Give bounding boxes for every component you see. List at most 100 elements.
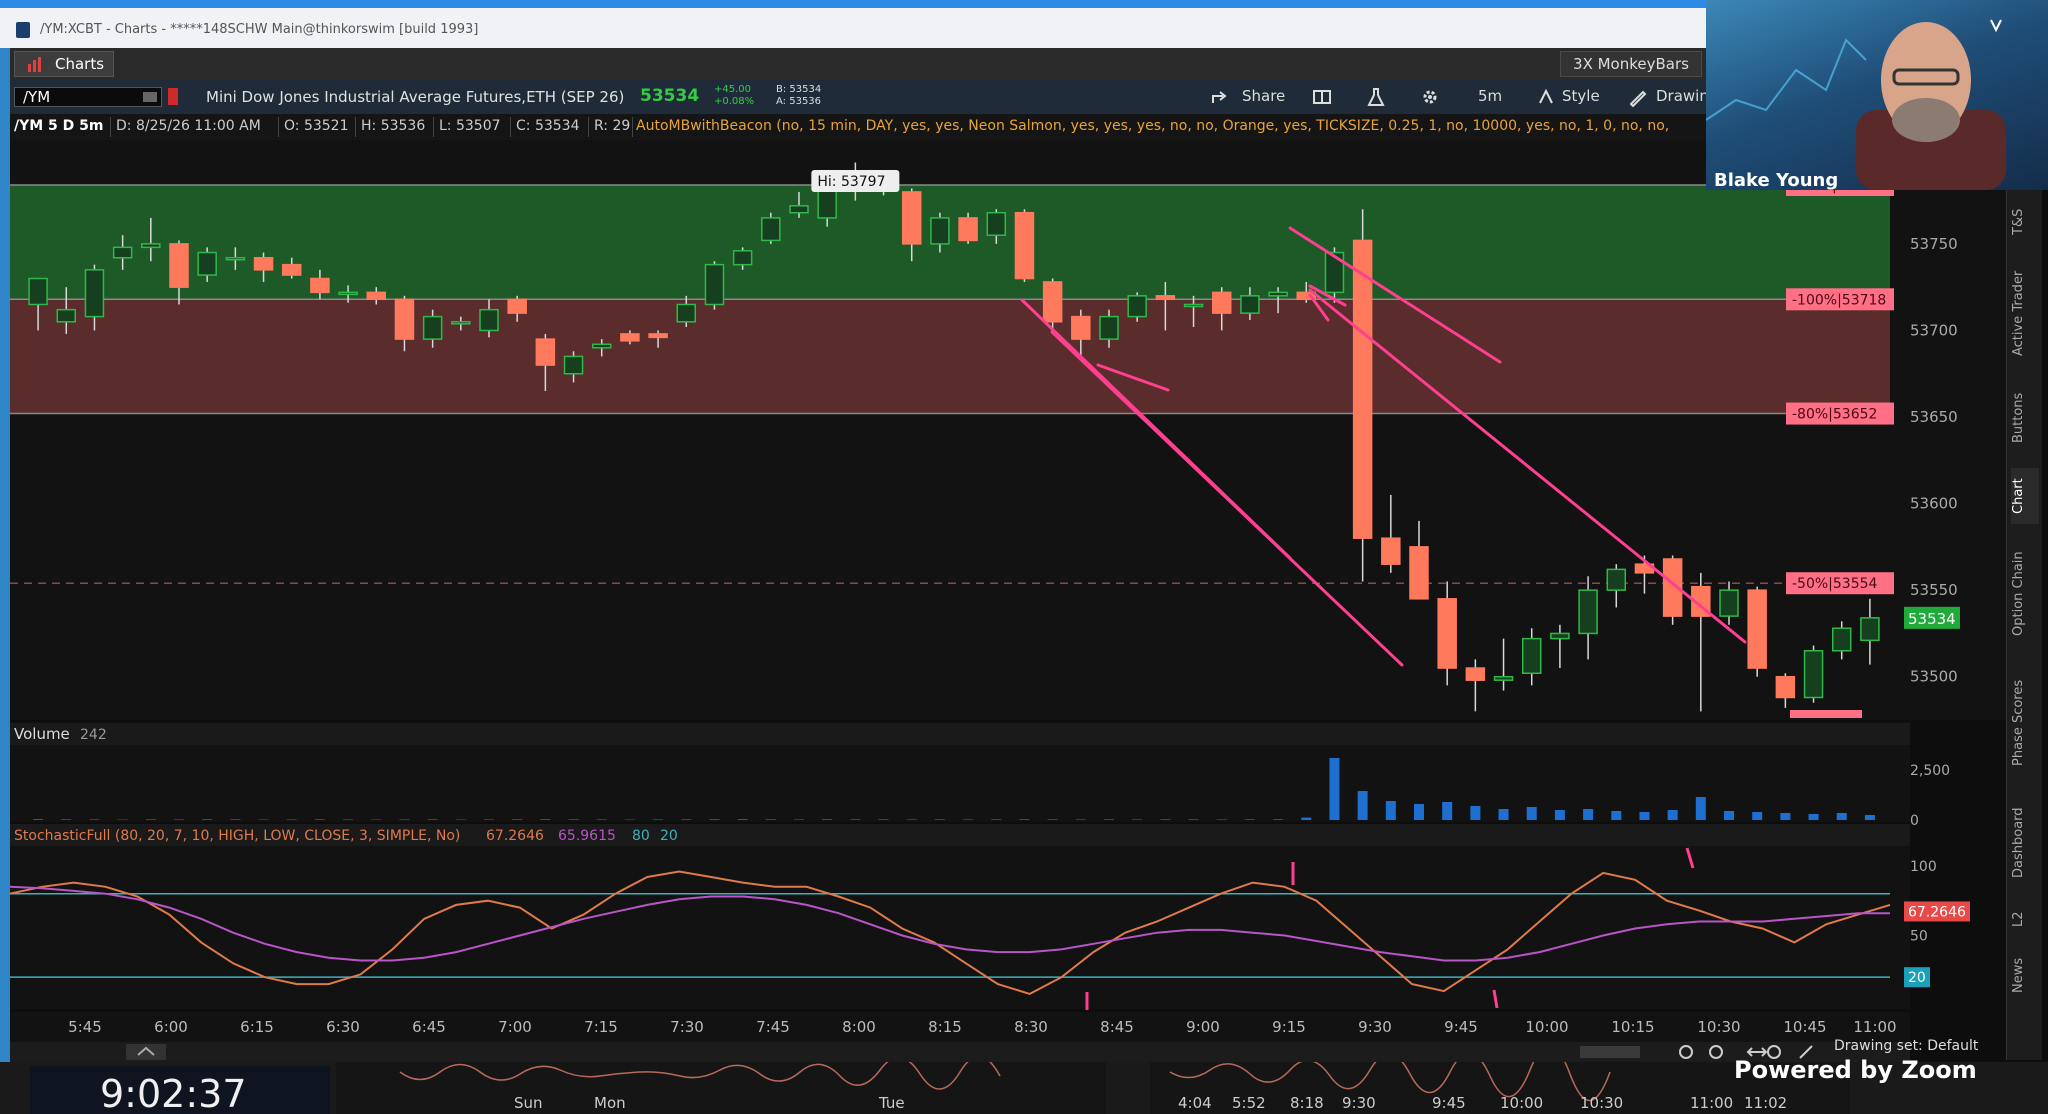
bottom-tools bbox=[126, 1044, 1813, 1060]
navigator-time-label: 11:02 bbox=[1744, 1094, 1787, 1112]
candle-up bbox=[1831, 627, 1852, 652]
bar-open: O: 53521 bbox=[284, 118, 349, 134]
candle-down bbox=[1775, 675, 1796, 699]
stochastic-axis: 100 50 67.2646 20 bbox=[1904, 859, 1970, 988]
style-icon[interactable] bbox=[1536, 87, 1556, 107]
time-tick-label: 6:15 bbox=[240, 1018, 274, 1036]
candle-down bbox=[253, 256, 274, 271]
aggregation-label[interactable]: /YM 5 D 5m bbox=[14, 118, 104, 134]
price-tick-label: 53700 bbox=[1910, 321, 1958, 339]
volume-bar bbox=[1808, 814, 1819, 820]
volume-bar bbox=[991, 819, 1002, 820]
navigator-time-label: 10:30 bbox=[1580, 1094, 1623, 1112]
time-tick-label: 10:00 bbox=[1525, 1018, 1568, 1036]
stochastic-last-label: 67.2646 bbox=[1908, 904, 1966, 920]
tab-bar: Charts 3X MonkeyBars bbox=[10, 48, 1706, 80]
navigator-time-label: 9:30 bbox=[1342, 1094, 1376, 1112]
tab-time-and-sales[interactable]: T&S bbox=[2011, 200, 2039, 244]
pencil-icon[interactable] bbox=[1628, 87, 1648, 107]
window-title: /YM:XCBT - Charts - *****148SCHW Main@th… bbox=[40, 22, 479, 37]
price-tick-label: 53750 bbox=[1910, 235, 1958, 253]
zoom-out-icon[interactable] bbox=[1679, 1045, 1693, 1059]
candle-down bbox=[1409, 546, 1429, 600]
candle-down bbox=[1211, 291, 1232, 314]
candle-down bbox=[901, 191, 922, 245]
volume-tick-label: 2,500 bbox=[1910, 763, 1950, 779]
chart-bottom-bar bbox=[10, 1042, 1910, 1062]
tab-buttons[interactable]: Buttons bbox=[2011, 382, 2039, 454]
chart-canvas[interactable]: Hi: 53797 538005375053700536505360053550… bbox=[9, 140, 2010, 1035]
drawings-button[interactable]: Drawin bbox=[1656, 87, 1709, 105]
candle-up bbox=[338, 291, 358, 296]
volume-bar bbox=[906, 819, 917, 820]
tab-option-chain[interactable]: Option Chain bbox=[2011, 538, 2039, 650]
flask-icon[interactable] bbox=[1366, 87, 1386, 107]
volume-bar bbox=[1836, 813, 1847, 820]
time-tick-label: 6:30 bbox=[326, 1018, 360, 1036]
scrollbar-thumb[interactable] bbox=[1580, 1046, 1640, 1058]
tab-phase-scores[interactable]: Phase Scores bbox=[2011, 664, 2039, 782]
divider bbox=[433, 117, 434, 137]
share-button[interactable]: Share bbox=[1242, 87, 1285, 105]
volume-bar bbox=[1526, 807, 1537, 820]
study-set-button[interactable]: 3X MonkeyBars bbox=[1560, 51, 1702, 77]
time-axis: 5:45 6:00 6:15 6:30 6:45 7:00 7:15 7:30 7:45 8:00… bbox=[10, 1012, 1910, 1042]
gear-icon[interactable] bbox=[1420, 87, 1440, 107]
volume-bar bbox=[1385, 801, 1396, 820]
volume-bar bbox=[850, 819, 861, 820]
tab-charts[interactable]: Charts bbox=[14, 51, 114, 77]
navigator-day-label: Sun bbox=[514, 1094, 543, 1112]
candle-up bbox=[986, 211, 1007, 236]
candle-up bbox=[451, 321, 471, 325]
volume-bar bbox=[1442, 802, 1453, 820]
candle-up bbox=[479, 308, 499, 332]
volume-bar bbox=[1216, 819, 1227, 820]
clock: 9:02:37 bbox=[100, 1072, 247, 1114]
volume-header bbox=[10, 723, 1910, 745]
tab-dashboard[interactable]: Dashboard bbox=[2011, 796, 2039, 890]
symbol-selector[interactable]: /YM bbox=[14, 87, 162, 107]
style-button[interactable]: Style bbox=[1562, 87, 1600, 105]
stochastic-title[interactable]: StochasticFull (80, 20, 7, 10, HIGH, LOW… bbox=[14, 828, 460, 844]
candle-down bbox=[310, 277, 330, 294]
time-tick-label: 8:15 bbox=[928, 1018, 962, 1036]
collapse-icon[interactable] bbox=[126, 1044, 166, 1060]
tab-news[interactable]: News bbox=[2011, 948, 2039, 1002]
chart-bars-icon bbox=[28, 57, 41, 72]
study-parameters[interactable]: AutoMBwithBeacon (no, 15 min, DAY, yes, … bbox=[636, 118, 1669, 134]
candle-down bbox=[1352, 239, 1373, 539]
volume-bar bbox=[1470, 806, 1481, 820]
tab-level2[interactable]: L2 bbox=[2011, 904, 2039, 934]
volume-bar bbox=[484, 819, 494, 820]
stochastic-tick-label: 50 bbox=[1910, 928, 1928, 944]
time-tick-label: 9:30 bbox=[1358, 1018, 1392, 1036]
volume-bar bbox=[61, 819, 72, 820]
chart-panel[interactable]: Hi: 53797 538005375053700536505360053550… bbox=[9, 140, 2010, 1035]
zoom-in-icon[interactable] bbox=[1709, 1045, 1723, 1059]
candle-down bbox=[648, 333, 668, 339]
grid-layout-icon[interactable] bbox=[1312, 87, 1332, 107]
app-logo-icon bbox=[16, 22, 30, 38]
candle-down bbox=[507, 298, 527, 314]
volume-tick-label: 0 bbox=[1910, 813, 1919, 829]
volume-bar bbox=[399, 819, 410, 820]
time-tick-label: 10:15 bbox=[1611, 1018, 1654, 1036]
timeframe-button[interactable]: 5m bbox=[1478, 87, 1502, 105]
candle-up bbox=[1860, 617, 1880, 642]
upper-zone bbox=[10, 185, 1890, 300]
link-color-icon[interactable] bbox=[168, 88, 178, 105]
bar-date: D: 8/25/26 11:00 AM bbox=[116, 118, 261, 134]
share-icon[interactable] bbox=[1210, 87, 1230, 107]
volume-bar bbox=[596, 819, 607, 820]
volume-bar bbox=[1695, 797, 1706, 820]
tab-chart[interactable]: Chart bbox=[2011, 468, 2039, 524]
pan-icon[interactable] bbox=[1746, 1047, 1768, 1057]
time-tick-label: 10:30 bbox=[1697, 1018, 1740, 1036]
drawing-set-label[interactable]: Drawing set: Default bbox=[1834, 1038, 1978, 1054]
candle-up bbox=[676, 303, 697, 323]
tab-active-trader[interactable]: Active Trader bbox=[2011, 258, 2039, 368]
candle-up bbox=[197, 251, 217, 276]
time-tick-label: 11:00 bbox=[1853, 1018, 1896, 1036]
volume-bar bbox=[512, 819, 523, 820]
candle-down bbox=[1437, 598, 1457, 669]
